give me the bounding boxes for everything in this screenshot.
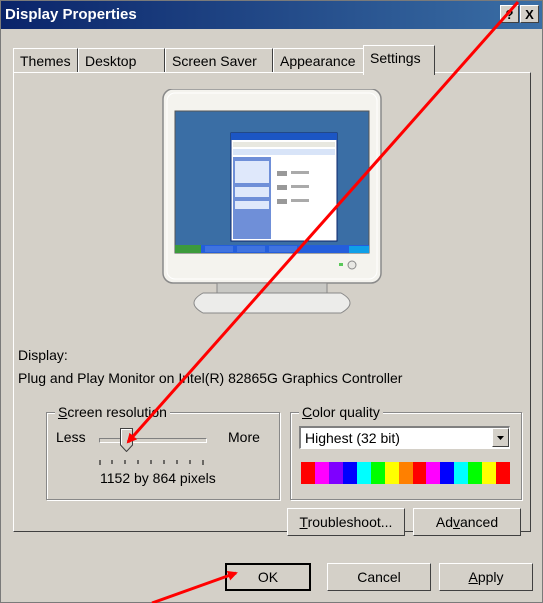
annotation-arrow-to-slider [126, 1, 520, 444]
annotation-overlay [126, 1, 520, 603]
annotation-arrow-to-ok [151, 570, 238, 603]
tab-settings[interactable]: Settings [363, 45, 435, 75]
